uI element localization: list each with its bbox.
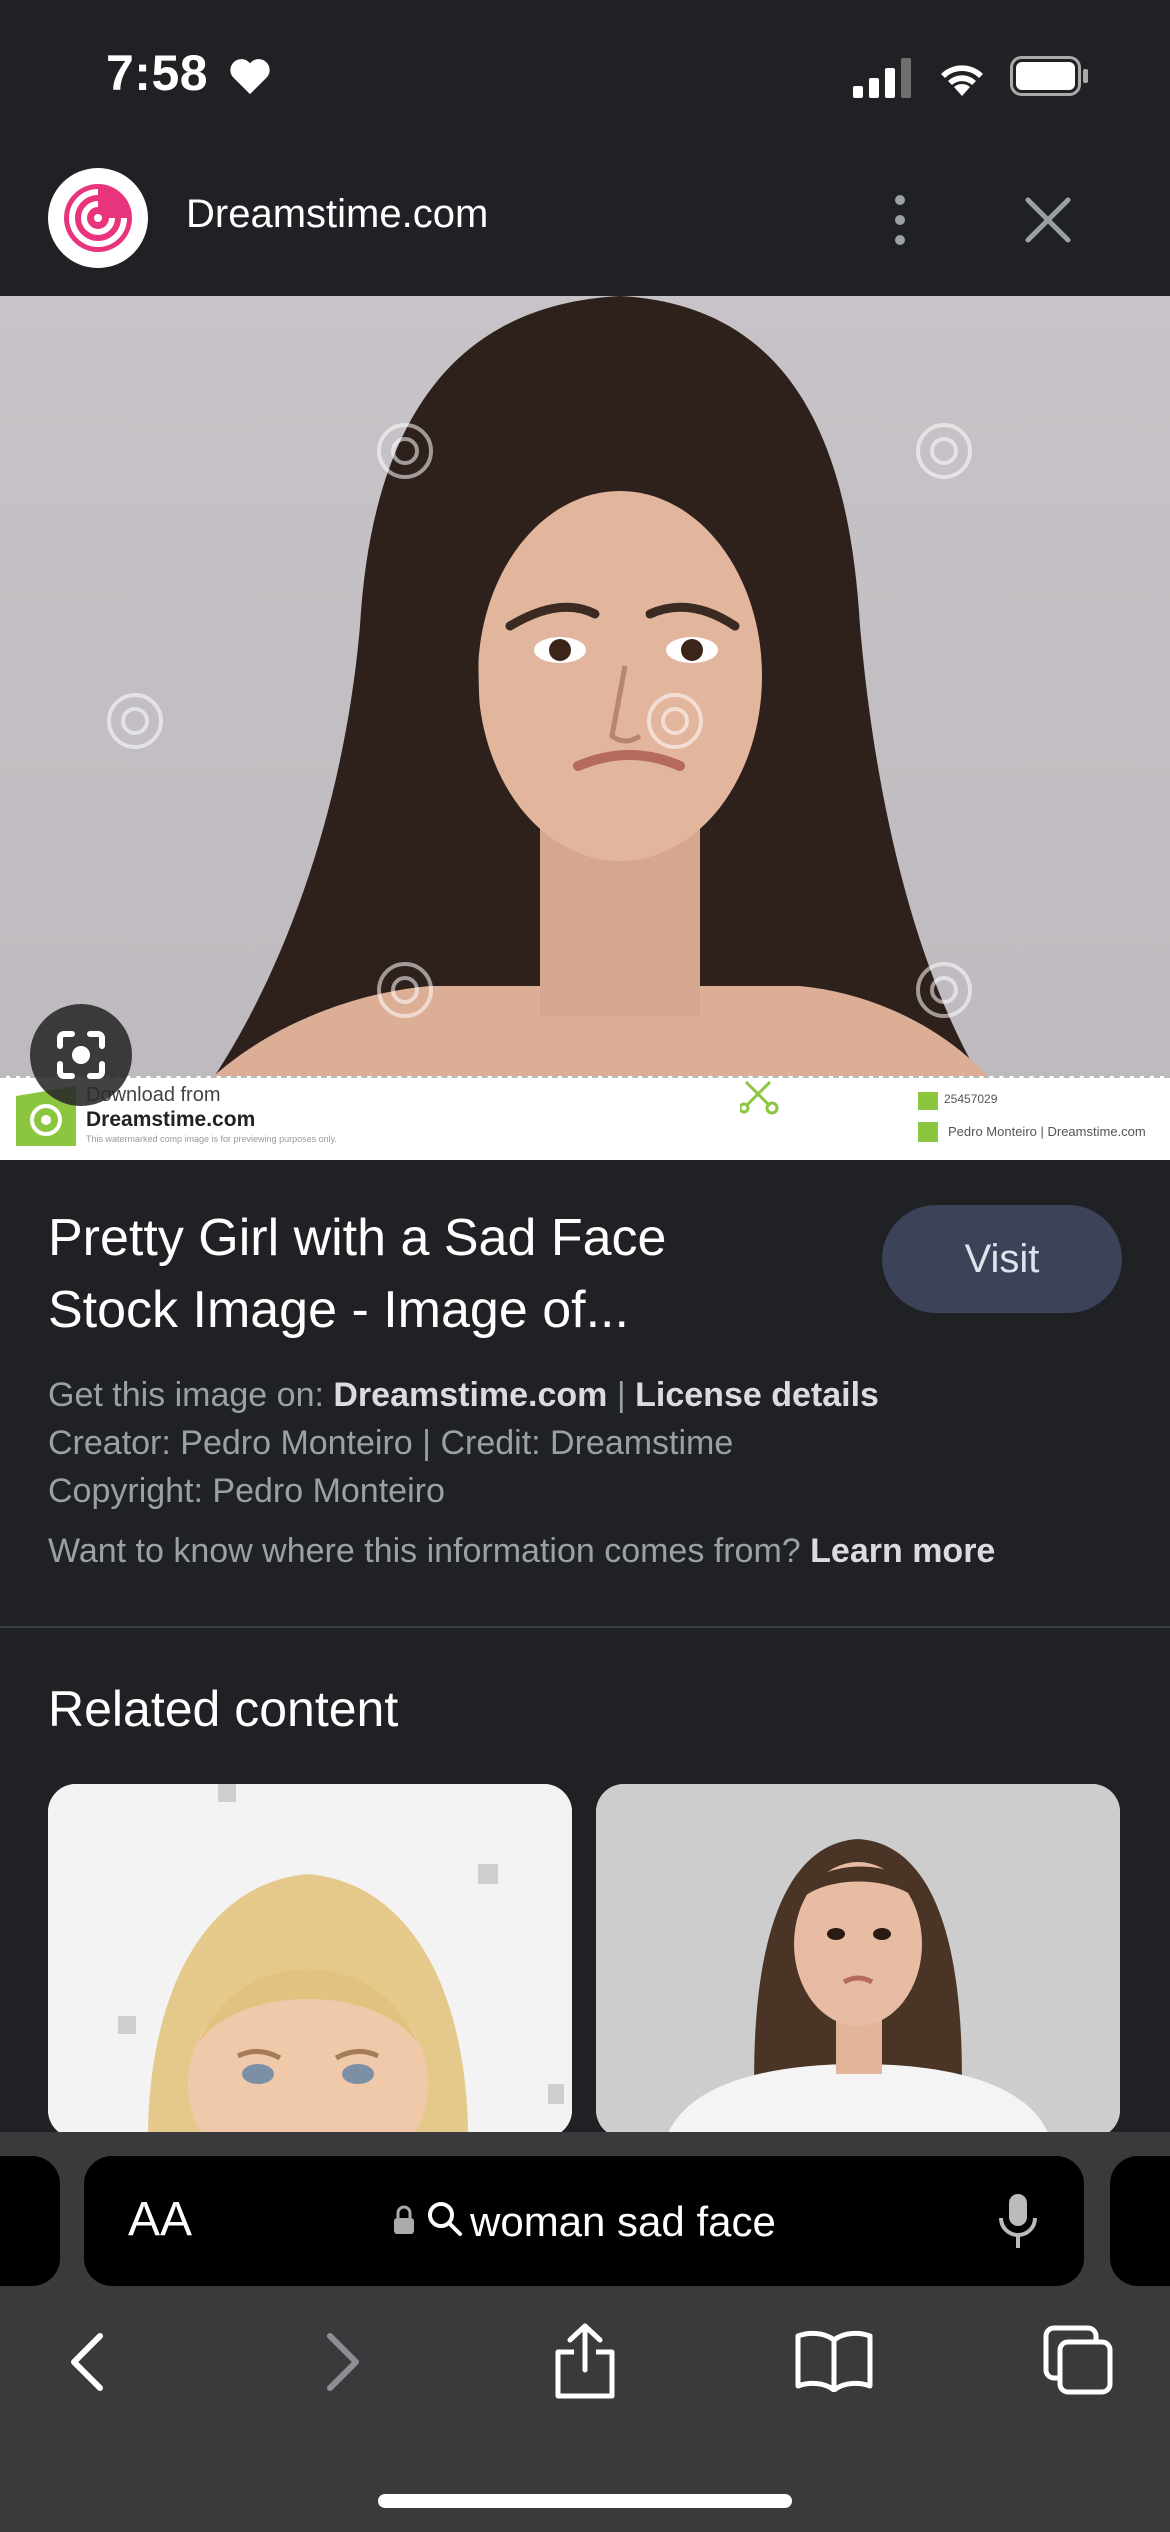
battery-icon	[1010, 56, 1088, 96]
home-indicator[interactable]	[378, 2494, 792, 2508]
license-details-link[interactable]: License details	[635, 1376, 879, 1414]
id-badge	[918, 1092, 938, 1110]
info-line: Want to know where this information come…	[48, 1532, 995, 1571]
lens-icon	[57, 1031, 105, 1079]
signal-icon	[853, 58, 911, 98]
watermark-brand-text: Dreamstime.com	[86, 1108, 256, 1131]
learn-more-link[interactable]: Learn more	[810, 1532, 995, 1570]
lock-icon	[394, 2205, 414, 2234]
share-icon[interactable]	[550, 2320, 620, 2400]
close-icon[interactable]	[1020, 192, 1076, 248]
back-icon[interactable]	[64, 2332, 114, 2392]
microphone-icon[interactable]	[996, 2192, 1040, 2252]
site-logo	[48, 168, 148, 268]
bookmarks-icon[interactable]	[794, 2328, 874, 2392]
section-divider	[0, 1626, 1170, 1628]
status-time: 7:58	[106, 45, 209, 101]
url-text[interactable]: woman sad face	[470, 2198, 776, 2246]
related-content-heading: Related content	[48, 1681, 399, 1737]
more-options-icon[interactable]	[880, 190, 920, 250]
watermark-id: 25457029	[944, 1092, 998, 1106]
source-separator: |	[616, 1376, 626, 1414]
forward-icon[interactable]	[316, 2332, 366, 2392]
source-site-link[interactable]: Dreamstime.com	[333, 1376, 607, 1414]
next-tab-pill[interactable]	[1110, 2156, 1170, 2286]
related-image-card[interactable]	[48, 1784, 572, 2138]
site-name[interactable]: Dreamstime.com	[186, 192, 488, 237]
source-line: Get this image on: Dreamstime.com | Lice…	[48, 1376, 879, 1415]
image-title[interactable]: Pretty Girl with a Sad Face Stock Image …	[48, 1202, 788, 1346]
scissors-icon	[740, 1080, 779, 1115]
previous-tab-pill[interactable]	[0, 2156, 60, 2286]
heart-icon	[230, 59, 270, 95]
reader-options-button[interactable]: AA	[128, 2192, 192, 2247]
preview-image[interactable]	[0, 296, 1170, 1158]
watermark-credit: Pedro Monteiro | Dreamstime.com	[948, 1124, 1146, 1139]
copyright-line: Copyright: Pedro Monteiro	[48, 1472, 445, 1510]
info-question: Want to know where this information come…	[48, 1532, 801, 1570]
search-icon	[428, 2202, 462, 2236]
wifi-icon	[941, 65, 983, 96]
credit-badge	[918, 1122, 938, 1142]
source-prefix: Get this image on:	[48, 1376, 324, 1414]
image-title-line-1: Pretty Girl with a Sad Face	[48, 1209, 667, 1267]
tabs-icon[interactable]	[1042, 2324, 1114, 2396]
related-image-card[interactable]	[596, 1784, 1120, 2138]
lens-search-button[interactable]	[30, 1004, 132, 1106]
image-title-line-2: Stock Image - Image of...	[48, 1281, 629, 1339]
visit-button[interactable]: Visit	[882, 1205, 1122, 1313]
creator-line: Creator: Pedro Monteiro | Credit: Dreams…	[48, 1424, 734, 1462]
watermark-disclaimer: This watermarked comp image is for previ…	[86, 1134, 337, 1144]
